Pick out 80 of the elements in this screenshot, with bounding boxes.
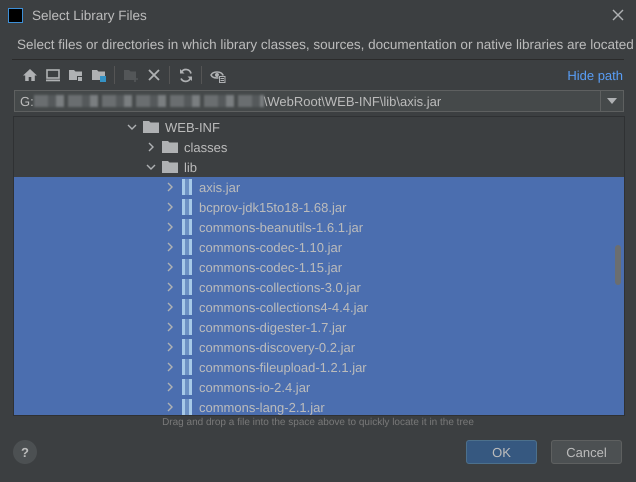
- chevron-icon[interactable]: [165, 322, 175, 332]
- file-name: WEB-INF: [165, 120, 220, 134]
- jar-icon: [181, 199, 193, 215]
- tree-row[interactable]: commons-discovery-0.2.jar: [14, 337, 624, 357]
- tree-row[interactable]: commons-digester-1.7.jar: [14, 317, 624, 337]
- chevron-icon[interactable]: [165, 182, 175, 192]
- chevron-icon[interactable]: [165, 282, 175, 292]
- file-name: commons-discovery-0.2.jar: [199, 340, 356, 354]
- file-name: commons-fileupload-1.2.1.jar: [199, 360, 367, 374]
- chevron-icon[interactable]: [165, 342, 175, 352]
- jar-icon: [181, 359, 193, 375]
- hint-text: Drag and drop a file into the space above to quickly locate it in the tree: [161, 416, 475, 430]
- jar-icon: [181, 179, 193, 195]
- chevron-icon[interactable]: [165, 242, 175, 252]
- file-name: commons-beanutils-1.6.1.jar: [199, 220, 364, 234]
- file-name: commons-codec-1.15.jar: [199, 260, 342, 274]
- jar-icon: [181, 339, 193, 355]
- file-name: commons-digester-1.7.jar: [199, 320, 346, 334]
- file-name: lib: [184, 160, 198, 174]
- tree-row[interactable]: commons-codec-1.10.jar: [14, 237, 624, 257]
- jar-icon: [181, 219, 193, 235]
- jar-icon: [181, 399, 193, 415]
- folder-icon: [162, 140, 178, 154]
- file-name: commons-codec-1.10.jar: [199, 240, 342, 254]
- app-logo-icon: [8, 8, 23, 22]
- description-text: Select files or directories in which library classes, sources, documentation or native libraries are located: [16, 36, 635, 54]
- tree-row[interactable]: commons-codec-1.15.jar: [14, 257, 624, 277]
- cancel-button[interactable]: Cancel: [551, 440, 622, 464]
- jar-icon: [181, 259, 193, 275]
- chevron-icon[interactable]: [165, 262, 175, 272]
- tree-row[interactable]: bcprov-jdk15to18-1.68.jar: [14, 197, 624, 217]
- chevron-icon[interactable]: [146, 142, 156, 152]
- folder-icon: [162, 160, 178, 174]
- chevron-icon[interactable]: [165, 202, 175, 212]
- tree-row[interactable]: WEB-INF: [14, 117, 624, 137]
- path-drive-text: G:: [20, 94, 34, 108]
- folder-icon: [143, 120, 159, 134]
- chevron-icon[interactable]: [127, 122, 137, 132]
- path-field[interactable]: G: \WebRoot\WEB-INF\lib\axis.jar: [14, 90, 624, 112]
- file-name: commons-lang-2.1.jar: [199, 400, 325, 414]
- home-icon[interactable]: [22, 67, 38, 83]
- chevron-icon[interactable]: [165, 222, 175, 232]
- chevron-icon[interactable]: [165, 402, 175, 412]
- path-text: \WebRoot\WEB-INF\lib\axis.jar: [264, 94, 442, 108]
- chevron-icon[interactable]: [165, 362, 175, 372]
- close-icon[interactable]: [612, 9, 624, 21]
- file-name: commons-io-2.4.jar: [199, 380, 310, 394]
- file-name: commons-collections-3.0.jar: [199, 280, 361, 294]
- jar-icon: [181, 299, 193, 315]
- folder-icon[interactable]: [90, 67, 106, 83]
- chevron-icon[interactable]: [165, 382, 175, 392]
- file-name: commons-collections4-4.4.jar: [199, 300, 368, 314]
- tree-row[interactable]: commons-lang-2.1.jar: [14, 397, 624, 415]
- tree-row[interactable]: commons-io-2.4.jar: [14, 377, 624, 397]
- refresh-icon[interactable]: [178, 67, 194, 83]
- jar-icon: [181, 239, 193, 255]
- hide-path-link[interactable]: Hide path: [567, 68, 623, 82]
- tree-row[interactable]: axis.jar: [14, 177, 624, 197]
- file-name: bcprov-jdk15to18-1.68.jar: [199, 200, 346, 214]
- tree-row[interactable]: commons-fileupload-1.2.1.jar: [14, 357, 624, 377]
- tree-row[interactable]: commons-collections-3.0.jar: [14, 277, 624, 297]
- help-button[interactable]: ?: [13, 440, 37, 464]
- chevron-icon[interactable]: [146, 162, 156, 172]
- folder-icon[interactable]: [68, 67, 84, 83]
- file-name: axis.jar: [199, 180, 240, 194]
- jar-icon: [181, 279, 193, 295]
- ok-button[interactable]: OK: [466, 440, 537, 464]
- desktop-icon[interactable]: [44, 67, 60, 83]
- file-name: classes: [184, 140, 228, 154]
- window-title: Select Library Files: [32, 8, 148, 22]
- scrollbar-thumb[interactable]: [615, 245, 621, 285]
- tree-row[interactable]: commons-beanutils-1.6.1.jar: [14, 217, 624, 237]
- tree-row[interactable]: commons-collections4-4.4.jar: [14, 297, 624, 317]
- dropdown-arrow-icon[interactable]: [607, 98, 617, 104]
- tree-row[interactable]: lib: [14, 157, 624, 177]
- jar-icon: [181, 379, 193, 395]
- tree-row[interactable]: classes: [14, 137, 624, 157]
- chevron-icon[interactable]: [165, 302, 175, 312]
- close-icon[interactable]: [146, 67, 162, 83]
- jar-icon: [181, 319, 193, 335]
